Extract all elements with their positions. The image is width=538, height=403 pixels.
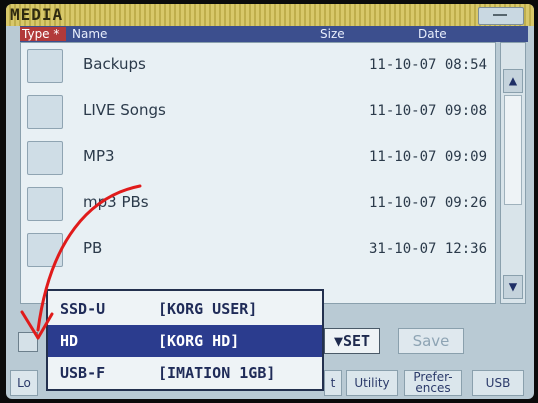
- page-title: MEDIA: [10, 5, 64, 24]
- item-date: 11-10-07 09:09: [369, 149, 488, 165]
- header-name[interactable]: Name: [72, 27, 107, 41]
- device-name: HD: [60, 332, 79, 350]
- device-name: SSD-U: [60, 300, 106, 318]
- item-name: PB: [83, 239, 103, 257]
- list-item[interactable]: PB 31-10-07 12:36: [21, 229, 495, 275]
- device-option-selected[interactable]: HD [KORG HD]: [48, 325, 322, 357]
- device-option[interactable]: SSD-U [KORG USER]: [48, 293, 322, 325]
- device-selector[interactable]: [18, 332, 38, 352]
- scroll-thumb[interactable]: [504, 95, 522, 205]
- item-date: 11-10-07 08:54: [369, 57, 488, 73]
- folder-icon: [27, 95, 63, 129]
- device-label: [IMATION 1GB]: [158, 364, 276, 382]
- item-date: 11-10-07 09:08: [369, 103, 488, 119]
- folder-icon: [27, 187, 63, 221]
- list-item[interactable]: LIVE Songs 11-10-07 09:08: [21, 91, 495, 137]
- device-label: [KORG HD]: [158, 332, 240, 350]
- set-button[interactable]: ▼SET: [324, 328, 380, 354]
- scrollbar[interactable]: ▲ ▼: [500, 42, 526, 304]
- list-item[interactable]: Backups 11-10-07 08:54: [21, 45, 495, 91]
- item-name: MP3: [83, 147, 115, 165]
- header-date[interactable]: Date: [418, 27, 447, 41]
- list-header: Type * Name Size Date: [20, 26, 528, 42]
- item-name: LIVE Songs: [83, 101, 166, 119]
- media-screen: MEDIA Type * Name Size Date Backups 11-1…: [6, 4, 534, 399]
- item-name: mp3 PBs: [83, 193, 149, 211]
- tab-load[interactable]: Lo: [10, 370, 38, 396]
- device-dropdown: SSD-U [KORG USER] HD [KORG HD] USB-F [IM…: [46, 289, 324, 391]
- folder-icon: [27, 49, 63, 83]
- device-name: USB-F: [60, 364, 106, 382]
- tab-partial[interactable]: t: [324, 370, 342, 396]
- title-bar: MEDIA: [6, 4, 534, 26]
- scroll-up-arrow-icon[interactable]: ▲: [503, 69, 523, 93]
- file-list: Backups 11-10-07 08:54 LIVE Songs 11-10-…: [20, 42, 496, 304]
- item-name: Backups: [83, 55, 146, 73]
- list-item[interactable]: MP3 11-10-07 09:09: [21, 137, 495, 183]
- device-option[interactable]: USB-F [IMATION 1GB]: [48, 357, 322, 389]
- list-item[interactable]: mp3 PBs 11-10-07 09:26: [21, 183, 495, 229]
- item-date: 31-10-07 12:36: [369, 241, 488, 257]
- tab-usb[interactable]: USB: [472, 370, 524, 396]
- folder-icon: [27, 141, 63, 175]
- header-type[interactable]: Type *: [20, 27, 66, 41]
- folder-icon: [27, 233, 63, 267]
- save-button[interactable]: Save: [398, 328, 464, 354]
- menu-button[interactable]: [478, 7, 524, 25]
- device-label: [KORG USER]: [158, 300, 258, 318]
- item-date: 11-10-07 09:26: [369, 195, 488, 211]
- header-size[interactable]: Size: [320, 27, 345, 41]
- tab-preferences[interactable]: Prefer-ences: [404, 370, 462, 396]
- scroll-down-arrow-icon[interactable]: ▼: [503, 275, 523, 299]
- tab-utility[interactable]: Utility: [346, 370, 398, 396]
